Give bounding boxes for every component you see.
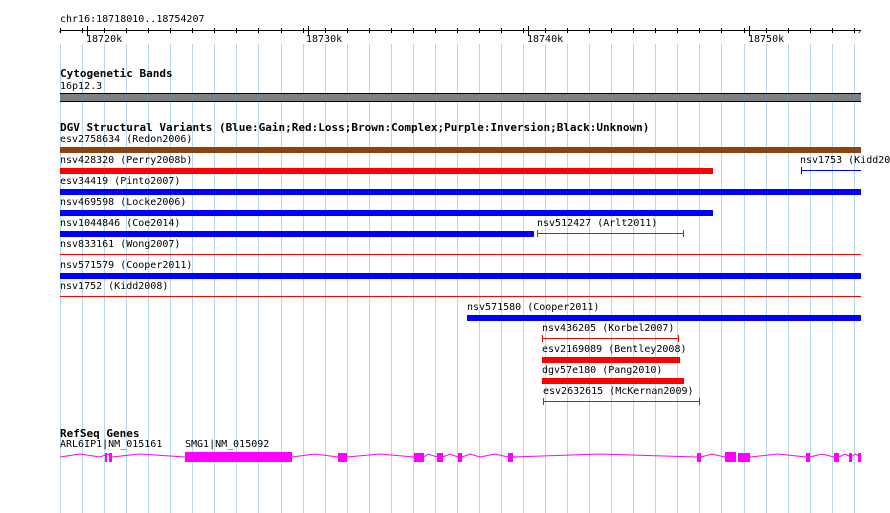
variant-bar-loss-thin[interactable] xyxy=(60,296,861,297)
variant-end-tick xyxy=(801,167,802,174)
variant-end-tick xyxy=(537,230,538,237)
ruler-right-arrow: › xyxy=(857,27,862,36)
variant-bar-loss[interactable] xyxy=(542,378,684,384)
dgv-track-title[interactable]: DGV Structural Variants (Blue:Gain;Red:L… xyxy=(60,122,649,134)
variant-label[interactable]: nsv428320 (Perry2008b) xyxy=(60,155,192,167)
variant-label[interactable]: nsv436205 (Korbel2007) xyxy=(542,323,674,335)
variant-end-tick xyxy=(699,398,700,405)
variant-label[interactable]: nsv1752 (Kidd2008) xyxy=(60,281,168,293)
gene-exons xyxy=(105,452,861,462)
ruler-axis xyxy=(60,30,861,31)
variant-label[interactable]: esv2632615 (McKernan2009) xyxy=(543,386,694,398)
variant-end-tick xyxy=(543,398,544,405)
variant-bar-gain[interactable] xyxy=(60,210,713,216)
ruler-tick-label: 18740k xyxy=(527,34,564,45)
variant-label[interactable]: nsv833161 (Wong2007) xyxy=(60,239,180,251)
variant-label[interactable]: nsv571579 (Cooper2011) xyxy=(60,260,192,272)
cytoband-label: 16p12.3 xyxy=(60,81,103,92)
variant-bar-gain[interactable] xyxy=(60,189,861,195)
variant-bar-gain-thin[interactable] xyxy=(801,170,861,171)
variant-bar-gain[interactable] xyxy=(60,273,861,279)
variant-end-tick xyxy=(683,230,684,237)
variant-end-tick xyxy=(542,335,543,342)
variant-bar-loss[interactable] xyxy=(542,357,680,363)
variant-label[interactable]: esv2758634 (Redon2006) xyxy=(60,134,192,146)
variant-label[interactable]: nsv571580 (Cooper2011) xyxy=(467,302,599,314)
variant-label[interactable]: esv34419 (Pinto2007) xyxy=(60,176,180,188)
variant-label[interactable]: dgv57e180 (Pang2010) xyxy=(542,365,662,377)
variant-bar-gain[interactable] xyxy=(467,315,861,321)
variant-bar-loss[interactable] xyxy=(60,168,713,174)
variant-end-tick xyxy=(678,335,679,342)
ruler-tick-label: 18720k xyxy=(86,34,123,45)
variant-label[interactable]: nsv1044846 (Coe2014) xyxy=(60,218,180,230)
variant-bar-loss-thin[interactable] xyxy=(543,401,700,402)
variant-bar-loss-thin[interactable] xyxy=(60,254,861,255)
ruler-left-arrow: ‹ xyxy=(58,27,63,36)
gene-models[interactable] xyxy=(0,448,890,468)
variant-label[interactable]: nsv1753 (Kidd20 xyxy=(800,155,890,167)
variant-bar-complex[interactable] xyxy=(60,147,861,153)
ruler-tick-label: 18730k xyxy=(306,34,343,45)
variant-bar-gain[interactable] xyxy=(60,231,534,237)
variant-label[interactable]: esv2169089 (Bentley2008) xyxy=(542,344,687,356)
ruler-tick-label: 18750k xyxy=(748,34,785,45)
variant-bar-loss-thin[interactable] xyxy=(537,233,684,234)
cytoband-bar[interactable] xyxy=(60,93,861,102)
ruler-location: chr16:18718010..18754207 xyxy=(60,14,205,25)
variant-bar-loss-thin[interactable] xyxy=(542,338,679,339)
cytoband-track-title[interactable]: Cytogenetic Bands xyxy=(60,68,173,80)
variant-label[interactable]: nsv469598 (Locke2006) xyxy=(60,197,186,209)
variant-label[interactable]: nsv512427 (Arlt2011) xyxy=(537,218,657,230)
